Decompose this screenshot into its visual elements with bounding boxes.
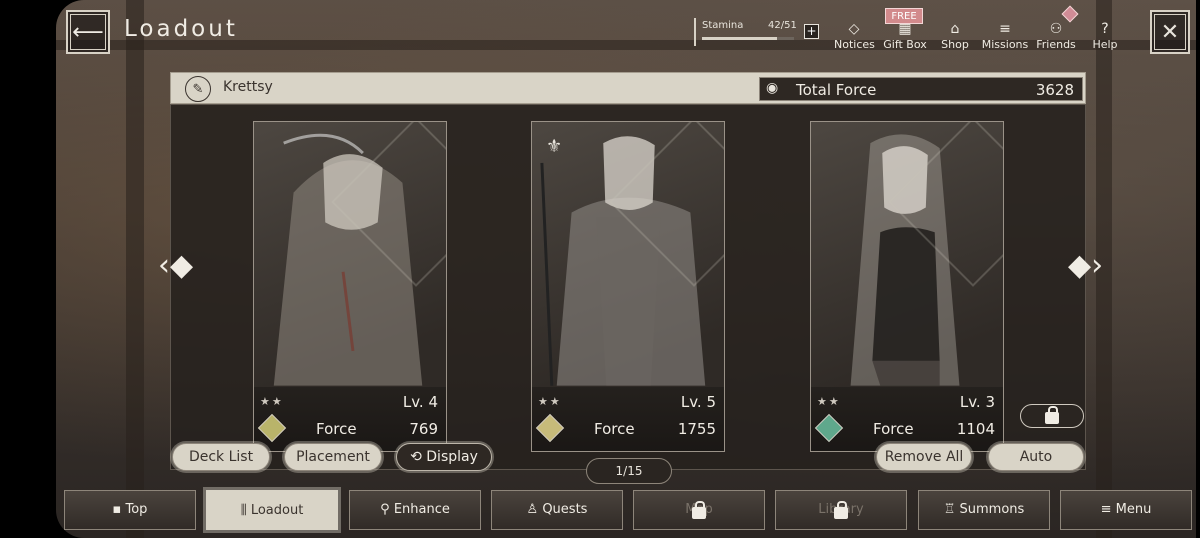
deck-header: ✎ Krettsy ◉ Total Force 3628 [170, 72, 1086, 104]
stamina-bar-fill [702, 37, 778, 40]
element-icon [535, 413, 565, 443]
tab-label: Enhance [393, 502, 450, 517]
missions-button[interactable]: ≡ Missions [980, 20, 1030, 51]
force-label: Force [316, 420, 357, 438]
rarity-stars: ★★ [260, 395, 284, 408]
tab-label: Top [125, 502, 148, 517]
quests-icon: ♙ [526, 502, 539, 517]
gift-box-icon: ▦ [898, 21, 912, 37]
help-button[interactable]: ? Help [1090, 20, 1120, 51]
tab-menu[interactable]: ≡ Menu [1060, 490, 1192, 530]
stamina-meter: Stamina 42/51 + [694, 18, 822, 46]
character-card-2[interactable]: ⚜ ★★ Lv. 5 Force 1755 [531, 121, 725, 452]
chevron-left-icon: ‹◆ [158, 248, 194, 283]
rarity-stars: ★★ [817, 395, 841, 408]
missions-icon: ≡ [999, 21, 1011, 37]
force-label: Force [873, 420, 914, 438]
shop-icon: ⌂ [950, 21, 960, 37]
gift-box-label: Gift Box [883, 38, 927, 51]
force-value: 1755 [677, 420, 716, 438]
character-card-1[interactable]: ★★ Lv. 4 Force 769 [253, 121, 447, 452]
rarity-stars: ★★ [538, 395, 562, 408]
friends-label: Friends [1036, 38, 1076, 51]
notices-button[interactable]: ◇ Notices [834, 20, 875, 51]
total-force-value: 3628 [1035, 81, 1074, 99]
placement-button[interactable]: Placement [284, 443, 382, 471]
stamina-value: 42/51 [768, 20, 797, 31]
element-icon [814, 413, 844, 443]
add-stamina-button[interactable]: + [804, 24, 819, 39]
card-level: Lv. 3 [959, 393, 995, 411]
page-title: Loadout [124, 16, 238, 42]
total-force-label: Total Force [796, 81, 877, 99]
enhance-icon: ⚲ [380, 502, 390, 517]
edit-deck-name-button[interactable]: ✎ [185, 76, 211, 102]
lock-icon [692, 501, 706, 519]
stamina-label: Stamina [702, 20, 744, 31]
friends-button[interactable]: ⚇ Friends [1034, 20, 1078, 51]
tab-top[interactable]: ▪ Top [64, 490, 196, 530]
bottom-navigation: ▪ Top ⫼ Loadout ⚲ Enhance ♙ Quests Map L… [60, 488, 1200, 534]
stamina-bar [702, 37, 794, 40]
tab-quests[interactable]: ♙ Quests [491, 490, 623, 530]
deck-name: Krettsy [223, 79, 273, 95]
friends-icon: ⚇ [1049, 21, 1063, 37]
lock-icon [834, 501, 848, 519]
help-label: Help [1092, 38, 1118, 51]
element-icon [257, 413, 287, 443]
tab-label: Loadout [250, 503, 304, 518]
summons-icon: ♖ [943, 502, 956, 517]
class-emblem-icon: ⚜ [546, 136, 563, 157]
shop-button[interactable]: ⌂ Shop [938, 20, 972, 51]
force-value: 1104 [956, 420, 995, 438]
card-level: Lv. 5 [680, 393, 716, 411]
deck-page-indicator: 1/15 [586, 458, 672, 484]
previous-deck-arrow[interactable]: ‹◆ [158, 248, 193, 283]
arrow-left-icon: ⟵ [72, 19, 104, 45]
shop-label: Shop [941, 38, 969, 51]
force-value: 769 [409, 420, 438, 438]
chevron-right-icon: ◆› [1068, 248, 1104, 283]
tab-label: Menu [1115, 502, 1152, 517]
back-button[interactable]: ⟵ [66, 10, 110, 54]
deck-list-button[interactable]: Deck List [172, 443, 270, 471]
remove-all-button[interactable]: Remove All [876, 443, 972, 471]
lock-icon [1045, 406, 1059, 424]
total-force-box: ◉ Total Force 3628 [759, 77, 1083, 101]
display-button[interactable]: ⟲ Display [396, 443, 492, 471]
close-button[interactable]: ✕ [1150, 10, 1190, 54]
help-icon: ? [1101, 21, 1109, 37]
card-level: Lv. 4 [402, 393, 438, 411]
notices-icon: ◇ [848, 21, 860, 37]
next-deck-arrow[interactable]: ◆› [1068, 248, 1103, 283]
gift-box-button[interactable]: ▦ Gift Box [882, 20, 928, 51]
character-card-3[interactable]: ★★ Lv. 3 Force 1104 [810, 121, 1004, 452]
tab-library[interactable]: Library [775, 490, 907, 530]
tab-label: Summons [959, 502, 1025, 517]
tab-label: Quests [542, 502, 588, 517]
locked-feature-chip[interactable] [1020, 404, 1084, 428]
auto-button[interactable]: Auto [988, 443, 1084, 471]
tab-enhance[interactable]: ⚲ Enhance [349, 490, 481, 530]
top-icon: ▪ [112, 502, 122, 517]
eye-icon: ◉ [766, 80, 779, 96]
missions-label: Missions [981, 38, 1029, 51]
tab-map[interactable]: Map [633, 490, 765, 530]
notices-label: Notices [834, 38, 875, 51]
tab-loadout[interactable]: ⫼ Loadout [206, 490, 338, 530]
card-info-2: ★★ Lv. 5 Force 1755 [532, 387, 724, 451]
loadout-icon: ⫼ [240, 503, 247, 518]
menu-icon: ≡ [1100, 502, 1112, 517]
force-label: Force [594, 420, 635, 438]
tab-summons[interactable]: ♖ Summons [918, 490, 1050, 530]
close-icon: ✕ [1160, 19, 1180, 45]
edit-icon: ✎ [192, 81, 204, 97]
